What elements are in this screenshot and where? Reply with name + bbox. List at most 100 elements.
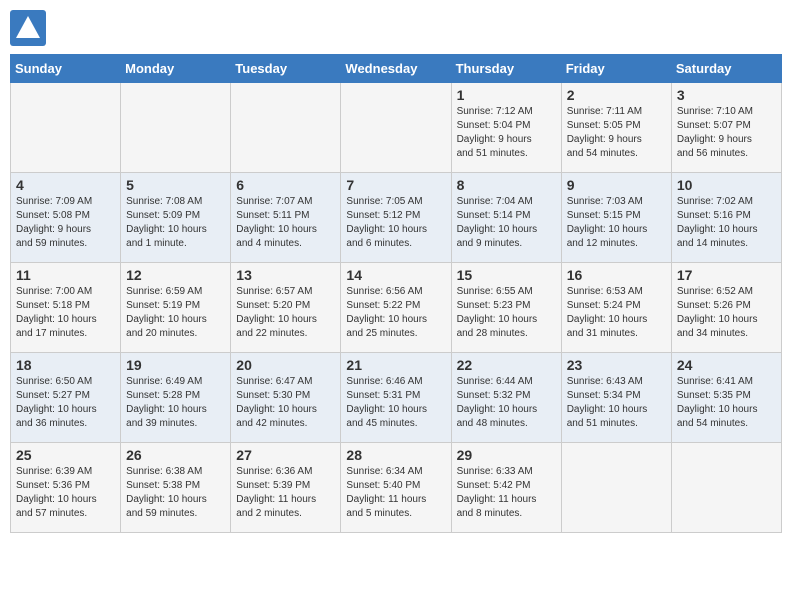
day-number: 17 xyxy=(677,267,776,283)
calendar-week-row: 11 Sunrise: 7:00 AM Sunset: 5:18 PM Dayli… xyxy=(11,263,782,353)
day-number: 4 xyxy=(16,177,115,193)
calendar-table: SundayMondayTuesdayWednesdayThursdayFrid… xyxy=(10,54,782,533)
calendar-cell xyxy=(671,443,781,533)
day-detail: Sunrise: 6:59 AM Sunset: 5:19 PM Dayligh… xyxy=(126,285,225,341)
day-detail: Sunrise: 6:49 AM Sunset: 5:28 PM Dayligh… xyxy=(126,375,225,431)
day-detail: Sunrise: 7:08 AM Sunset: 5:09 PM Dayligh… xyxy=(126,195,225,251)
day-detail: Sunrise: 6:36 AM Sunset: 5:39 PM Dayligh… xyxy=(236,465,335,521)
day-number: 10 xyxy=(677,177,776,193)
calendar-cell xyxy=(231,83,341,173)
calendar-week-row: 1 Sunrise: 7:12 AM Sunset: 5:04 PM Daylig… xyxy=(11,83,782,173)
calendar-cell: 16 Sunrise: 6:53 AM Sunset: 5:24 PM Dayli… xyxy=(561,263,671,353)
calendar-cell xyxy=(561,443,671,533)
calendar-cell: 21Sunrise: 6:46 AM Sunset: 5:31 PM Dayli… xyxy=(341,353,451,443)
calendar-cell: 4 Sunrise: 7:09 AM Sunset: 5:08 PM Daylig… xyxy=(11,173,121,263)
day-number: 16 xyxy=(567,267,666,283)
logo xyxy=(10,10,48,46)
day-detail: Sunrise: 7:12 AM Sunset: 5:04 PM Dayligh… xyxy=(457,105,556,161)
day-number: 15 xyxy=(457,267,556,283)
header-sunday: Sunday xyxy=(11,55,121,83)
calendar-cell: 20 Sunrise: 6:47 AM Sunset: 5:30 PM Dayli… xyxy=(231,353,341,443)
calendar-week-row: 25 Sunrise: 6:39 AM Sunset: 5:36 PM Dayli… xyxy=(11,443,782,533)
day-number: 18 xyxy=(16,357,115,373)
header-thursday: Thursday xyxy=(451,55,561,83)
day-number: 26 xyxy=(126,447,225,463)
calendar-cell: 5 Sunrise: 7:08 AM Sunset: 5:09 PM Daylig… xyxy=(121,173,231,263)
calendar-cell: 25 Sunrise: 6:39 AM Sunset: 5:36 PM Dayli… xyxy=(11,443,121,533)
calendar-cell: 23 Sunrise: 6:43 AM Sunset: 5:34 PM Dayli… xyxy=(561,353,671,443)
header-saturday: Saturday xyxy=(671,55,781,83)
calendar-cell: 10 Sunrise: 7:02 AM Sunset: 5:16 PM Dayli… xyxy=(671,173,781,263)
day-detail: Sunrise: 6:47 AM Sunset: 5:30 PM Dayligh… xyxy=(236,375,335,431)
day-detail: Sunrise: 7:05 AM Sunset: 5:12 PM Dayligh… xyxy=(346,195,445,251)
day-detail: Sunrise: 7:10 AM Sunset: 5:07 PM Dayligh… xyxy=(677,105,776,161)
calendar-week-row: 4 Sunrise: 7:09 AM Sunset: 5:08 PM Daylig… xyxy=(11,173,782,263)
calendar-cell: 1 Sunrise: 7:12 AM Sunset: 5:04 PM Daylig… xyxy=(451,83,561,173)
header-monday: Monday xyxy=(121,55,231,83)
day-number: 2 xyxy=(567,87,666,103)
day-number: 25 xyxy=(16,447,115,463)
calendar-cell xyxy=(341,83,451,173)
day-detail: Sunrise: 6:43 AM Sunset: 5:34 PM Dayligh… xyxy=(567,375,666,431)
day-detail: Sunrise: 6:55 AM Sunset: 5:23 PM Dayligh… xyxy=(457,285,556,341)
calendar-cell xyxy=(121,83,231,173)
day-number: 20 xyxy=(236,357,335,373)
day-detail: Sunrise: 6:34 AM Sunset: 5:40 PM Dayligh… xyxy=(346,465,445,521)
calendar-cell: 7Sunrise: 7:05 AM Sunset: 5:12 PM Daylig… xyxy=(341,173,451,263)
calendar-cell: 12 Sunrise: 6:59 AM Sunset: 5:19 PM Dayli… xyxy=(121,263,231,353)
calendar-cell: 22 Sunrise: 6:44 AM Sunset: 5:32 PM Dayli… xyxy=(451,353,561,443)
day-detail: Sunrise: 6:57 AM Sunset: 5:20 PM Dayligh… xyxy=(236,285,335,341)
calendar-header-row: SundayMondayTuesdayWednesdayThursdayFrid… xyxy=(11,55,782,83)
calendar-cell: 17 Sunrise: 6:52 AM Sunset: 5:26 PM Dayli… xyxy=(671,263,781,353)
calendar-cell: 18 Sunrise: 6:50 AM Sunset: 5:27 PM Dayli… xyxy=(11,353,121,443)
day-number: 28 xyxy=(346,447,445,463)
day-detail: Sunrise: 6:44 AM Sunset: 5:32 PM Dayligh… xyxy=(457,375,556,431)
day-number: 12 xyxy=(126,267,225,283)
calendar-cell: 29 Sunrise: 6:33 AM Sunset: 5:42 PM Dayli… xyxy=(451,443,561,533)
calendar-cell: 26 Sunrise: 6:38 AM Sunset: 5:38 PM Dayli… xyxy=(121,443,231,533)
day-number: 23 xyxy=(567,357,666,373)
day-number: 27 xyxy=(236,447,335,463)
day-number: 19 xyxy=(126,357,225,373)
day-detail: Sunrise: 6:33 AM Sunset: 5:42 PM Dayligh… xyxy=(457,465,556,521)
day-detail: Sunrise: 7:04 AM Sunset: 5:14 PM Dayligh… xyxy=(457,195,556,251)
day-detail: Sunrise: 7:11 AM Sunset: 5:05 PM Dayligh… xyxy=(567,105,666,161)
calendar-cell: 27 Sunrise: 6:36 AM Sunset: 5:39 PM Dayli… xyxy=(231,443,341,533)
day-detail: Sunrise: 6:53 AM Sunset: 5:24 PM Dayligh… xyxy=(567,285,666,341)
day-detail: Sunrise: 7:09 AM Sunset: 5:08 PM Dayligh… xyxy=(16,195,115,251)
day-number: 14 xyxy=(346,267,445,283)
day-number: 3 xyxy=(677,87,776,103)
header-wednesday: Wednesday xyxy=(341,55,451,83)
header-friday: Friday xyxy=(561,55,671,83)
calendar-cell: 14 Sunrise: 6:56 AM Sunset: 5:22 PM Dayli… xyxy=(341,263,451,353)
day-detail: Sunrise: 6:41 AM Sunset: 5:35 PM Dayligh… xyxy=(677,375,776,431)
day-detail: Sunrise: 6:38 AM Sunset: 5:38 PM Dayligh… xyxy=(126,465,225,521)
calendar-cell: 13Sunrise: 6:57 AM Sunset: 5:20 PM Dayli… xyxy=(231,263,341,353)
day-detail: Sunrise: 6:56 AM Sunset: 5:22 PM Dayligh… xyxy=(346,285,445,341)
day-detail: Sunrise: 6:50 AM Sunset: 5:27 PM Dayligh… xyxy=(16,375,115,431)
day-detail: Sunrise: 6:46 AM Sunset: 5:31 PM Dayligh… xyxy=(346,375,445,431)
day-detail: Sunrise: 7:00 AM Sunset: 5:18 PM Dayligh… xyxy=(16,285,115,341)
day-detail: Sunrise: 6:39 AM Sunset: 5:36 PM Dayligh… xyxy=(16,465,115,521)
day-detail: Sunrise: 6:52 AM Sunset: 5:26 PM Dayligh… xyxy=(677,285,776,341)
day-detail: Sunrise: 7:02 AM Sunset: 5:16 PM Dayligh… xyxy=(677,195,776,251)
day-number: 22 xyxy=(457,357,556,373)
calendar-cell: 6Sunrise: 7:07 AM Sunset: 5:11 PM Daylig… xyxy=(231,173,341,263)
day-detail: Sunrise: 7:03 AM Sunset: 5:15 PM Dayligh… xyxy=(567,195,666,251)
day-number: 9 xyxy=(567,177,666,193)
day-number: 29 xyxy=(457,447,556,463)
calendar-cell: 2 Sunrise: 7:11 AM Sunset: 5:05 PM Daylig… xyxy=(561,83,671,173)
day-number: 11 xyxy=(16,267,115,283)
calendar-week-row: 18 Sunrise: 6:50 AM Sunset: 5:27 PM Dayli… xyxy=(11,353,782,443)
day-number: 1 xyxy=(457,87,556,103)
header-tuesday: Tuesday xyxy=(231,55,341,83)
calendar-cell xyxy=(11,83,121,173)
calendar-cell: 19 Sunrise: 6:49 AM Sunset: 5:28 PM Dayli… xyxy=(121,353,231,443)
calendar-cell: 8Sunrise: 7:04 AM Sunset: 5:14 PM Daylig… xyxy=(451,173,561,263)
calendar-cell: 28 Sunrise: 6:34 AM Sunset: 5:40 PM Dayli… xyxy=(341,443,451,533)
page-header xyxy=(10,10,782,46)
day-number: 5 xyxy=(126,177,225,193)
calendar-cell: 15 Sunrise: 6:55 AM Sunset: 5:23 PM Dayli… xyxy=(451,263,561,353)
day-number: 6 xyxy=(236,177,335,193)
calendar-cell: 11 Sunrise: 7:00 AM Sunset: 5:18 PM Dayli… xyxy=(11,263,121,353)
